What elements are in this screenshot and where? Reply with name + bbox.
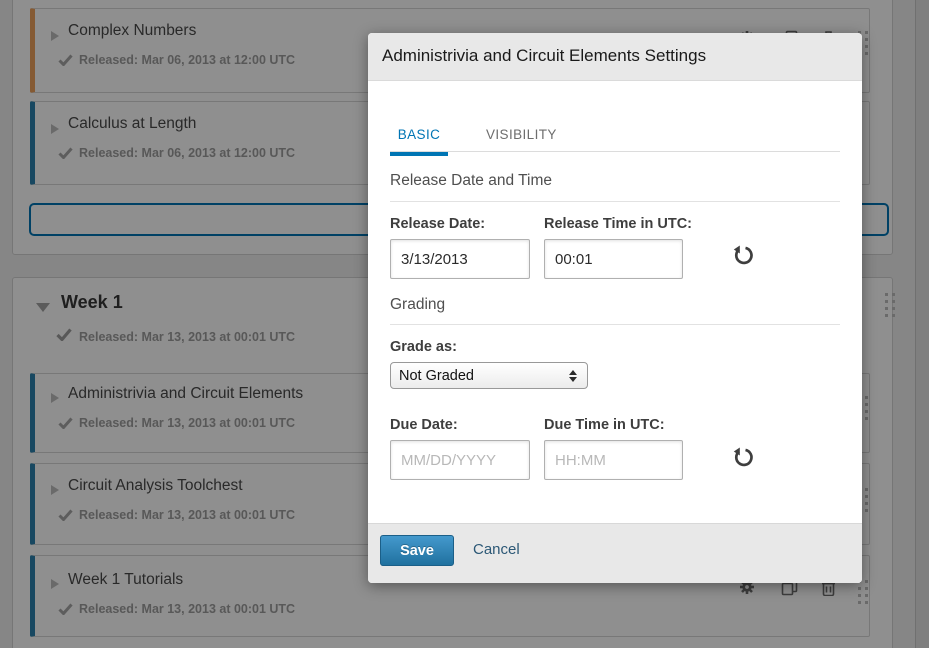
release-section-heading: Release Date and Time xyxy=(390,172,552,190)
grade-as-select[interactable]: Not Graded xyxy=(390,362,588,389)
modal-footer: Save Cancel xyxy=(368,523,862,583)
grading-section-divider xyxy=(390,324,840,325)
tabs-divider xyxy=(390,151,840,152)
release-date-label: Release Date: xyxy=(390,216,485,232)
release-time-input[interactable] xyxy=(544,239,683,279)
due-date-label: Due Date: xyxy=(390,417,458,433)
tab-visibility[interactable]: VISIBILITY xyxy=(480,126,554,151)
release-time-label: Release Time in UTC: xyxy=(544,216,692,232)
modal-title: Administrivia and Circuit Elements Setti… xyxy=(382,46,706,66)
reset-release-defaults-icon[interactable] xyxy=(732,245,754,267)
select-stepper-arrows-icon xyxy=(569,370,579,382)
grade-as-selected-value: Not Graded xyxy=(399,368,474,384)
save-button[interactable]: Save xyxy=(380,535,454,566)
cancel-link[interactable]: Cancel xyxy=(473,541,520,558)
due-date-input[interactable] xyxy=(390,440,530,480)
modal-header: Administrivia and Circuit Elements Setti… xyxy=(368,33,862,81)
course-outline-page: Complex Numbers Released: Mar 06, 2013 a… xyxy=(0,0,929,648)
grading-section-heading: Grading xyxy=(390,296,445,314)
grade-as-label: Grade as: xyxy=(390,339,457,355)
reset-due-defaults-icon[interactable] xyxy=(732,447,754,469)
release-section-divider xyxy=(390,201,840,202)
due-time-input[interactable] xyxy=(544,440,683,480)
release-date-input[interactable] xyxy=(390,239,530,279)
subsection-settings-modal: Administrivia and Circuit Elements Setti… xyxy=(368,33,862,583)
due-time-label: Due Time in UTC: xyxy=(544,417,665,433)
